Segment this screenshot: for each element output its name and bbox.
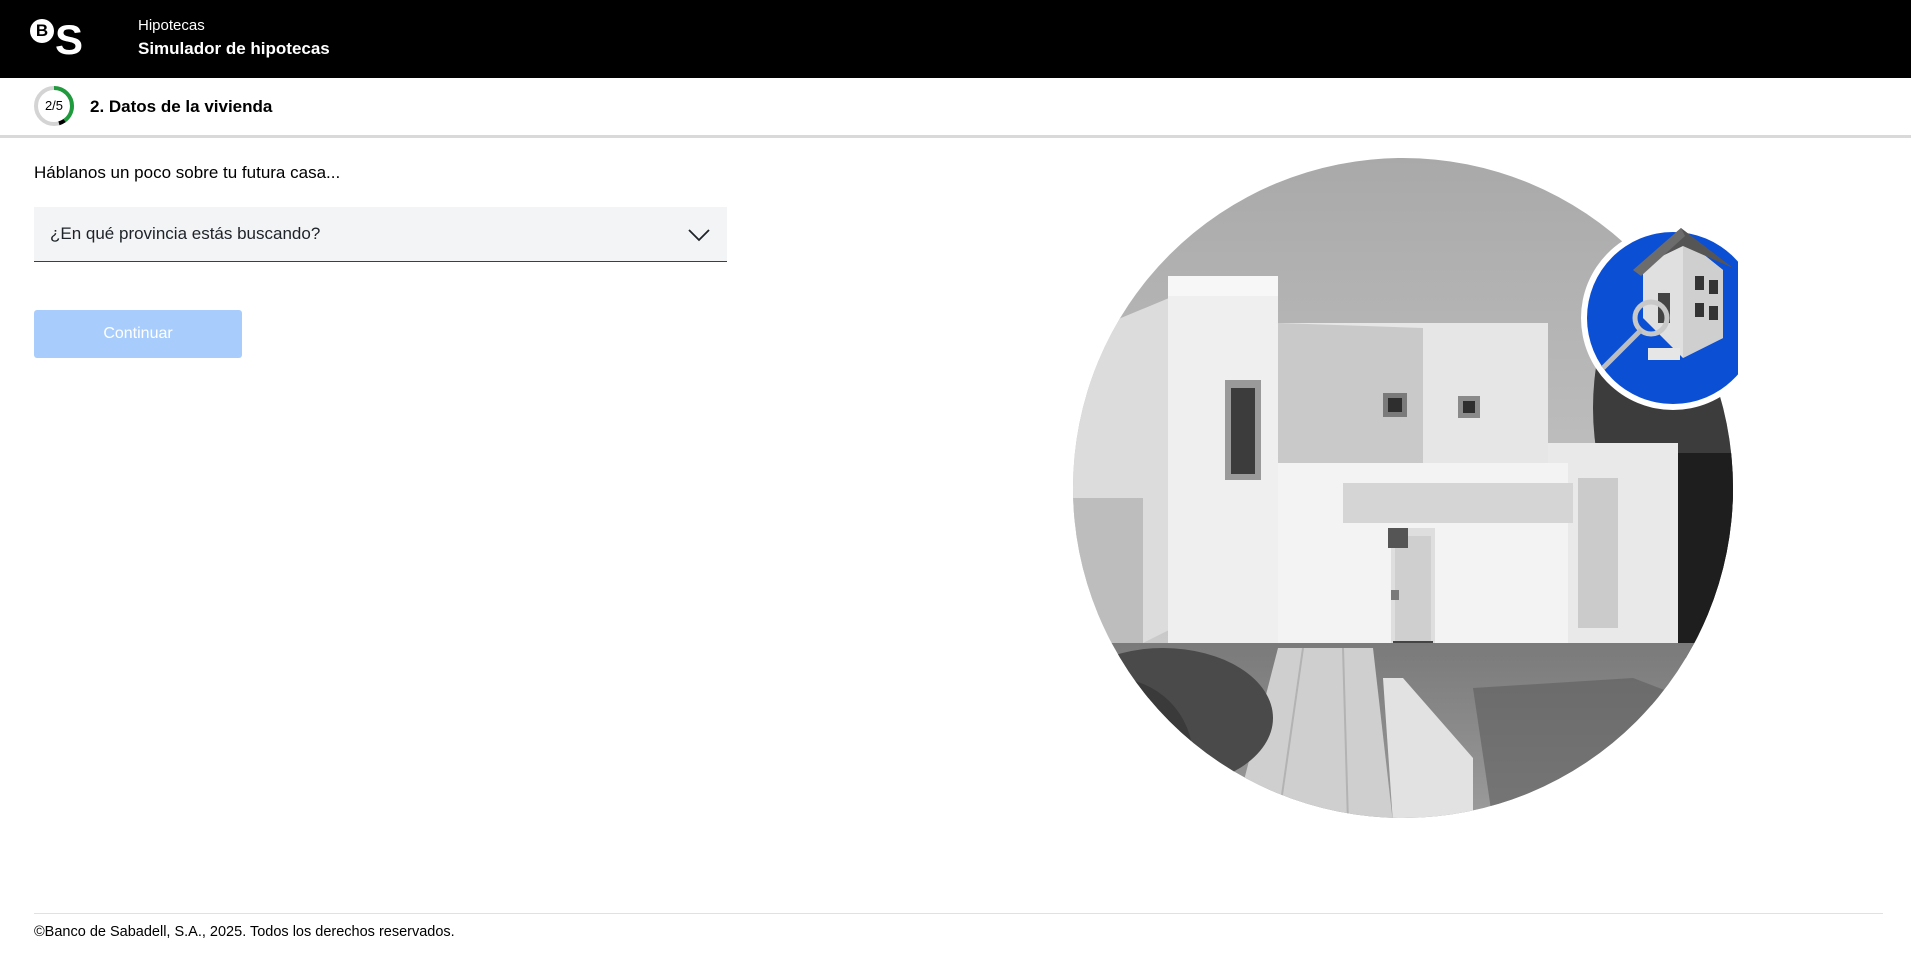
step-counter: 2/5: [44, 98, 64, 113]
province-select[interactable]: ¿En qué provincia estás buscando?: [34, 207, 727, 262]
bs-logo-icon[interactable]: B S: [30, 16, 84, 63]
continue-button[interactable]: Continuar: [34, 310, 242, 358]
header-section: Hipotecas: [138, 17, 205, 34]
footer-divider: [34, 913, 1883, 914]
logo-b-mark: B: [30, 19, 54, 43]
intro-text: Háblanos un poco sobre tu futura casa...: [34, 163, 341, 182]
header-title: Simulador de hipotecas: [138, 39, 330, 58]
step-bar: 2/5 2. Datos de la vivienda: [0, 78, 1911, 138]
house-illustration: [1073, 158, 1765, 823]
header-titles: Hipotecas Simulador de hipotecas: [138, 17, 330, 60]
province-select-placeholder: ¿En qué provincia estás buscando?: [50, 224, 321, 243]
step-title: 2. Datos de la vivienda: [90, 97, 273, 116]
chevron-down-icon: [687, 223, 711, 247]
footer-copyright: ©Banco de Sabadell, S.A., 2025. Todos lo…: [34, 924, 455, 940]
top-header: B S Hipotecas Simulador de hipotecas: [0, 0, 1911, 78]
logo-s-mark: S: [55, 16, 84, 63]
step-progress-ring: 2/5: [33, 85, 75, 127]
